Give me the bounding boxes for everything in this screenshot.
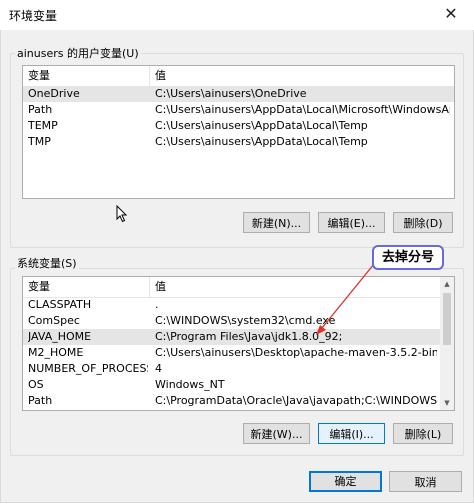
annotation-callout: 去掉分号: [372, 245, 444, 270]
